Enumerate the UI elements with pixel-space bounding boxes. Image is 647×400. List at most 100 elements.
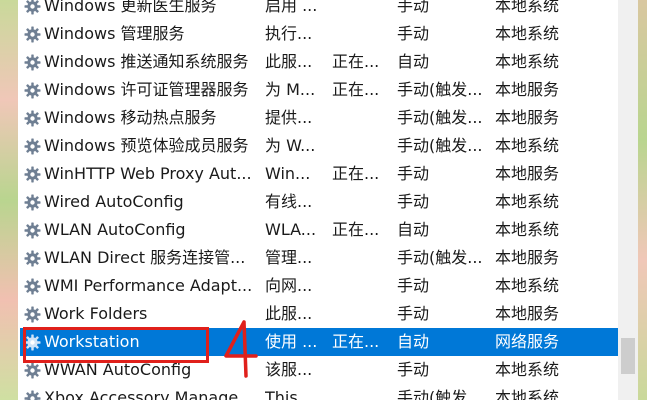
service-logon-as: 本地系统 xyxy=(495,220,560,239)
service-logon-as: 本地服务 xyxy=(495,80,560,99)
service-logon-as: 本地服务 xyxy=(495,248,560,267)
photo-border-left xyxy=(0,0,20,400)
service-row[interactable]: Wired AutoConfig 有线... 手动 本地系统 xyxy=(20,188,618,216)
service-startup-type: 自动 xyxy=(397,220,430,239)
gear-icon xyxy=(24,0,41,15)
service-name: Windows 移动热点服务 xyxy=(44,108,217,127)
service-name: WLAN Direct 服务连接管... xyxy=(44,248,246,267)
service-logon-as: 本地服务 xyxy=(495,108,560,127)
service-startup-type: 手动(触发... xyxy=(397,248,483,267)
service-name: Windows 管理服务 xyxy=(44,24,185,43)
service-description: This... xyxy=(265,388,313,400)
service-startup-type: 自动 xyxy=(397,332,430,351)
service-status: 正在... xyxy=(332,220,380,239)
service-row[interactable]: Windows 推送通知系统服务 此服... 正在... 自动 本地系统 xyxy=(20,48,618,76)
service-description: 向网... xyxy=(265,276,313,295)
service-logon-as: 本地系统 xyxy=(495,192,560,211)
scrollbar-thumb[interactable] xyxy=(621,338,635,374)
gear-icon xyxy=(24,250,41,267)
service-status xyxy=(332,384,382,400)
service-startup-type: 手动 xyxy=(397,24,430,43)
service-description: 为 M... xyxy=(265,80,316,99)
service-logon-as: 本地系统 xyxy=(495,24,560,43)
service-name: Windows 推送通知系统服务 xyxy=(44,52,249,71)
gear-icon xyxy=(24,278,41,295)
service-name: Windows 预览体验成员服务 xyxy=(44,136,249,155)
gear-icon xyxy=(24,138,41,155)
service-startup-type: 手动 xyxy=(397,164,430,183)
service-status xyxy=(332,104,382,132)
service-description: 启用 ... xyxy=(265,0,318,15)
service-name: Windows 许可证管理器服务 xyxy=(44,80,249,99)
service-description: 执行... xyxy=(265,24,313,43)
service-logon-as: 本地系统 xyxy=(495,52,560,71)
service-row[interactable]: WLAN Direct 服务连接管... 管理... 手动(触发... 本地服务 xyxy=(20,244,618,272)
service-row[interactable]: Windows 预览体验成员服务为 W... 手动(触发... 本地系统 xyxy=(20,132,618,160)
service-status xyxy=(332,300,382,328)
service-startup-type: 自动 xyxy=(397,52,430,71)
gear-icon xyxy=(24,166,41,183)
service-logon-as: 本地系统 xyxy=(495,0,560,15)
service-status xyxy=(332,356,382,384)
service-description: 有线... xyxy=(265,192,313,211)
service-status xyxy=(332,272,382,300)
service-name: Xbox Accessory Manage... xyxy=(44,388,254,400)
service-row[interactable]: Windows 更新医生服务 启用 ... 手动 本地系统 xyxy=(20,0,618,20)
gear-icon xyxy=(24,26,41,43)
service-name: WinHTTP Web Proxy Aut... xyxy=(44,164,252,183)
service-name: Windows 更新医生服务 xyxy=(44,0,217,15)
service-description: 使用 ... xyxy=(265,332,318,351)
service-status xyxy=(332,132,382,160)
service-logon-as: 网络服务 xyxy=(495,332,560,351)
service-status: 正在... xyxy=(332,332,380,351)
service-logon-as: 本地系统 xyxy=(495,360,560,379)
gear-icon xyxy=(24,306,41,323)
service-logon-as: 本地系统 xyxy=(495,276,560,295)
service-status: 正在... xyxy=(332,52,380,71)
service-description: Win... xyxy=(265,164,311,183)
gear-icon xyxy=(24,194,41,211)
service-description: 管理... xyxy=(265,248,313,267)
gear-icon xyxy=(24,54,41,71)
service-status: 正在... xyxy=(332,80,380,99)
service-row[interactable]: WLAN AutoConfig WLA... 正在... 自动 本地系统 xyxy=(20,216,618,244)
service-row[interactable]: WMI Performance Adapt... 向网... 手动 本地系统 xyxy=(20,272,618,300)
service-description: WLA... xyxy=(265,220,317,239)
gear-icon xyxy=(24,82,41,99)
service-logon-as: 本地系统 xyxy=(495,136,560,155)
service-status xyxy=(332,20,382,48)
service-logon-as: 本地服务 xyxy=(495,304,560,323)
photo-border-right xyxy=(638,0,647,400)
service-description: 此服... xyxy=(265,304,313,323)
service-description: 提供... xyxy=(265,108,313,127)
service-startup-type: 手动 xyxy=(397,192,430,211)
gear-icon xyxy=(24,222,41,239)
service-startup-type: 手动(触发... xyxy=(397,108,483,127)
service-logon-as: 本地系统 xyxy=(495,388,560,400)
vertical-scrollbar[interactable] xyxy=(618,0,638,400)
gear-icon xyxy=(24,362,41,379)
service-row[interactable]: Xbox Accessory Manage... This... 手动(触发... 本… xyxy=(20,384,618,400)
service-row[interactable]: Windows 许可证管理器服务为 M... 正在... 手动(触发... 本地服务 xyxy=(20,76,618,104)
service-startup-type: 手动 xyxy=(397,360,430,379)
service-row[interactable]: Windows 管理服务 执行... 手动 本地系统 xyxy=(20,20,618,48)
service-description: 为 W... xyxy=(265,136,316,155)
service-row[interactable]: Work Folders 此服... 手动 本地服务 xyxy=(20,300,618,328)
service-startup-type: 手动(触发... xyxy=(397,388,483,400)
service-startup-type: 手动 xyxy=(397,304,430,323)
gear-icon xyxy=(24,390,41,400)
service-status: 正在... xyxy=(332,164,380,183)
service-status xyxy=(332,0,382,20)
gear-icon xyxy=(24,110,41,127)
annotation-highlight-box xyxy=(23,327,209,363)
service-name: WMI Performance Adapt... xyxy=(44,276,253,295)
service-logon-as: 本地服务 xyxy=(495,164,560,183)
service-row[interactable]: Windows 移动热点服务 提供... 手动(触发... 本地服务 xyxy=(20,104,618,132)
service-row[interactable]: WinHTTP Web Proxy Aut... Win... 正在... 手动 本地服… xyxy=(20,160,618,188)
service-description: 此服... xyxy=(265,52,313,71)
service-name: Wired AutoConfig xyxy=(44,192,184,211)
service-startup-type: 手动(触发... xyxy=(397,80,483,99)
annotation-number xyxy=(224,320,258,378)
service-startup-type: 手动 xyxy=(397,276,430,295)
service-status xyxy=(332,188,382,216)
